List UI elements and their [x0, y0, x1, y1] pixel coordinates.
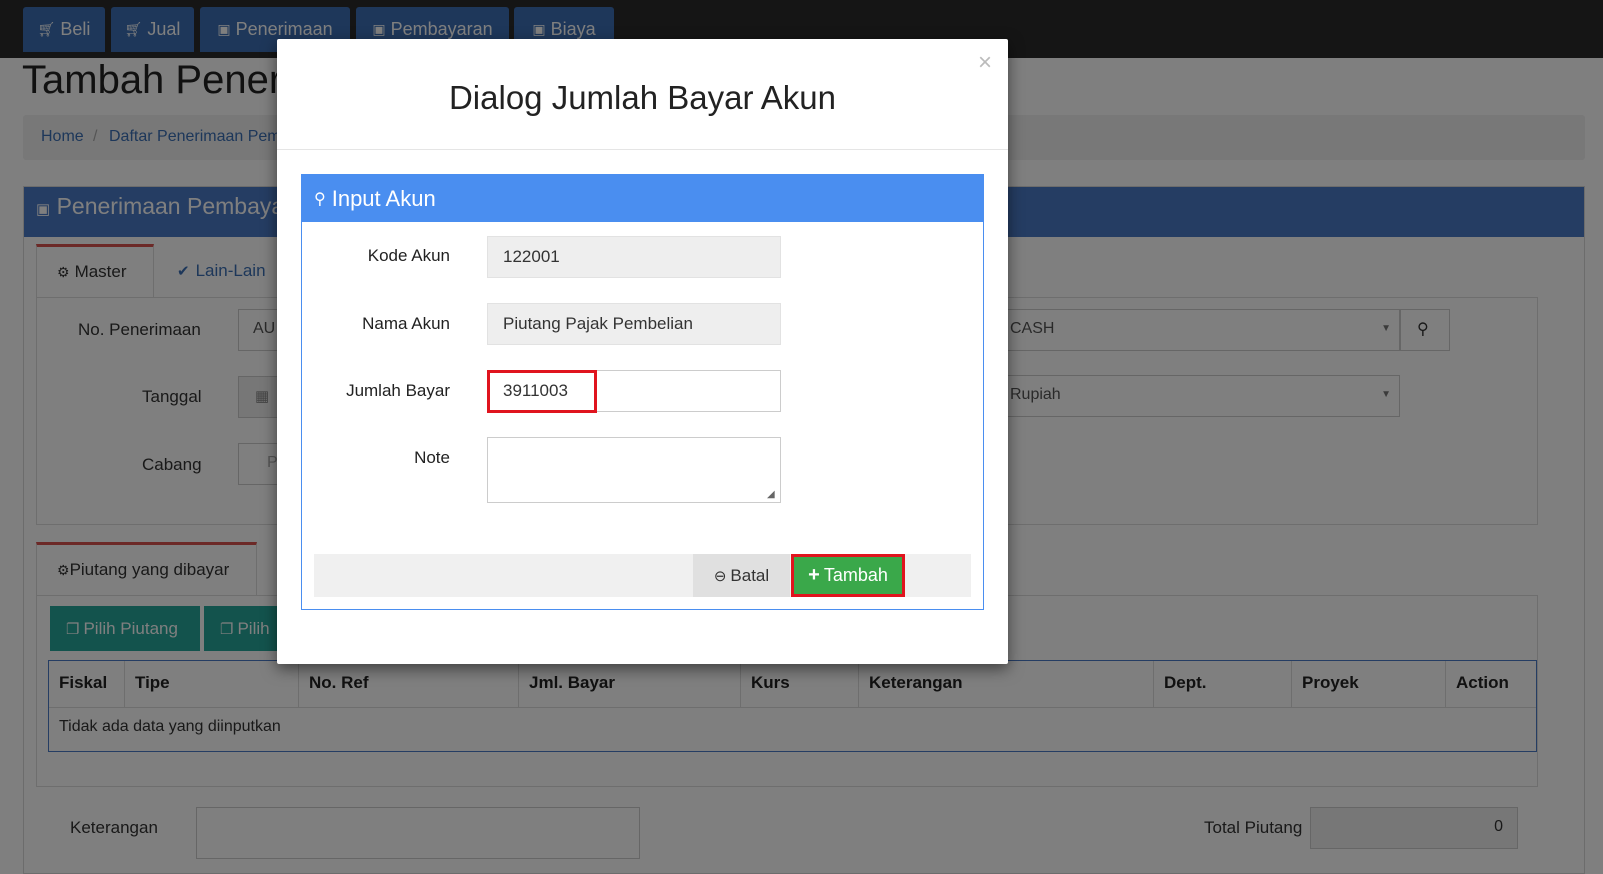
highlight-jumlah-bayar: [487, 370, 597, 413]
nama-akun-field: Piutang Pajak Pembelian: [487, 303, 781, 345]
batal-button[interactable]: ⊖ Batal: [693, 554, 790, 597]
plus-icon: +: [808, 564, 820, 586]
search-icon: ⚲: [314, 190, 326, 208]
input-akun-header: ⚲ Input Akun: [302, 175, 983, 222]
note-textarea[interactable]: [487, 437, 781, 503]
nama-akun-label: Nama Akun: [362, 314, 450, 333]
input-akun-title: Input Akun: [331, 185, 436, 211]
kode-akun-field: 122001: [487, 236, 781, 278]
modal-title: Dialog Jumlah Bayar Akun: [448, 79, 837, 116]
dialog-jumlah-bayar-akun: × Dialog Jumlah Bayar Akun ⚲ Input Akun …: [277, 39, 1008, 664]
arrow-left-circle-icon: ⊖: [713, 567, 727, 585]
close-icon[interactable]: ×: [978, 49, 992, 77]
input-akun-panel: ⚲ Input Akun Kode Akun 122001 Nama Akun …: [301, 174, 984, 610]
resize-handle-icon[interactable]: ◢: [767, 489, 775, 500]
kode-akun-label: Kode Akun: [367, 246, 450, 265]
tambah-label: Tambah: [823, 565, 888, 585]
modal-footer: ⊖ Batal + Tambah: [314, 554, 971, 597]
jumlah-bayar-label: Jumlah Bayar: [346, 381, 450, 400]
modal-header-divider: [277, 149, 1008, 150]
tambah-button[interactable]: + Tambah: [791, 554, 905, 597]
note-label: Note: [414, 448, 450, 467]
batal-label: Batal: [730, 565, 770, 585]
